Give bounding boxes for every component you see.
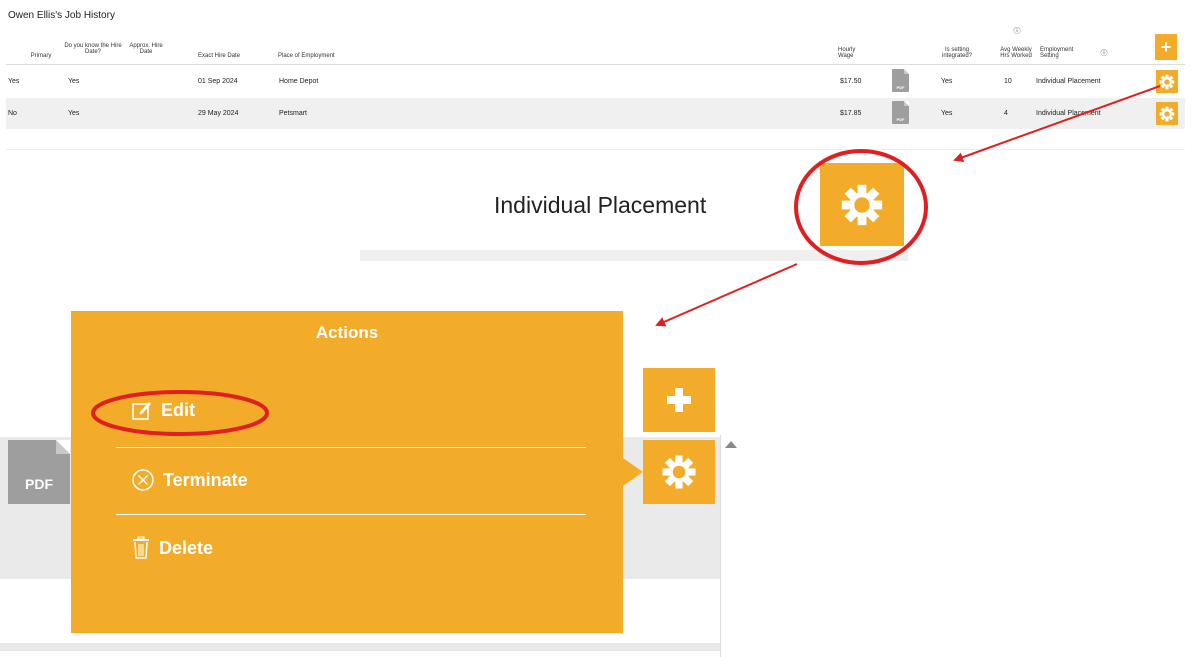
annotation-circle (91, 390, 269, 436)
annotation-circle (794, 149, 928, 265)
annotation-arrow (953, 85, 1161, 162)
annotation-overlay (91, 85, 1161, 436)
annotation-arrow (655, 263, 798, 327)
